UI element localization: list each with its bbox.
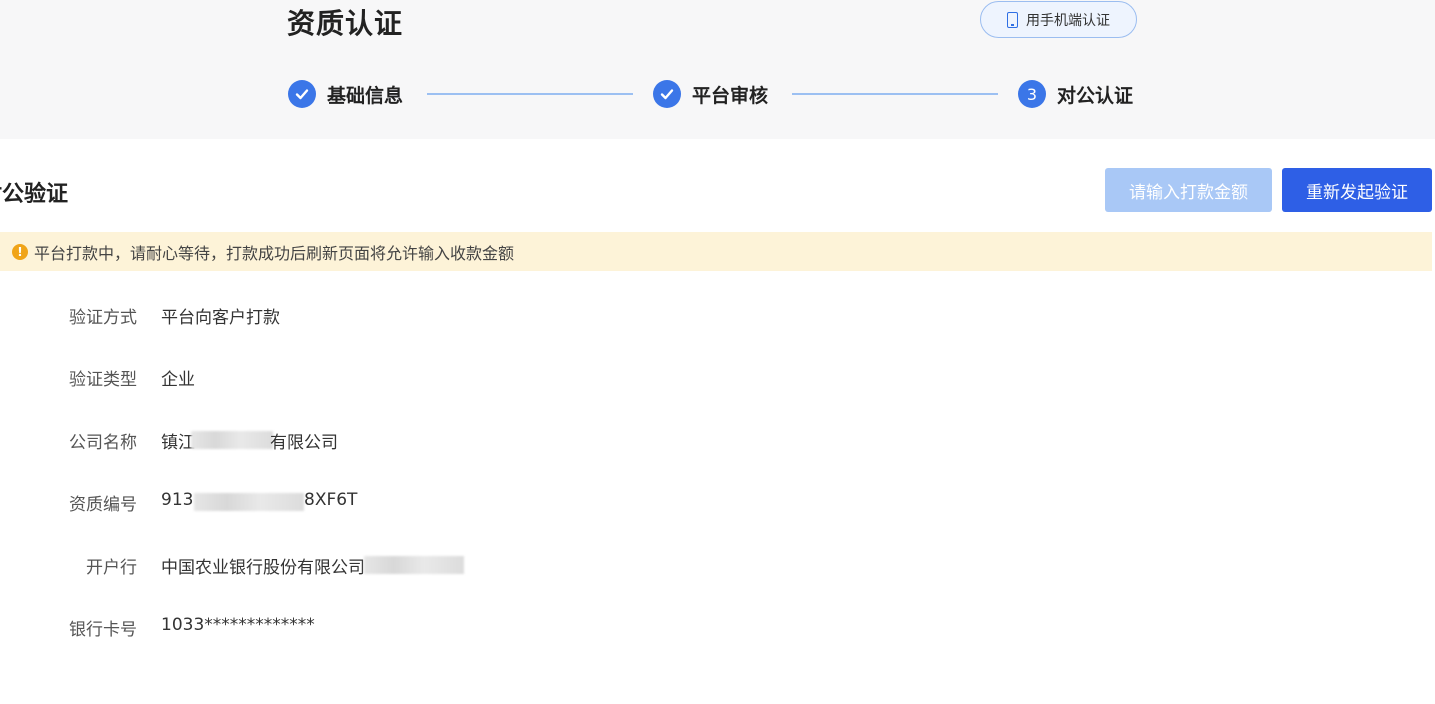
detail-value-suffix: 有限公司 <box>270 433 338 453</box>
detail-value: 1033************* <box>161 615 315 635</box>
detail-row: 公司名称 镇江 有限公司 <box>0 428 700 453</box>
detail-value-prefix: 913 <box>161 490 194 510</box>
phone-icon <box>1007 11 1018 28</box>
detail-row: 验证类型 企业 <box>0 365 700 390</box>
step-corporate-verify: 3 对公认证 <box>1018 80 1133 108</box>
warning-icon: ! <box>12 243 28 260</box>
detail-value: 企业 <box>161 370 195 390</box>
header-band <box>0 0 1435 139</box>
restart-verification-button[interactable]: 重新发起验证 <box>1282 168 1432 212</box>
redaction-mask <box>191 431 273 449</box>
detail-label: 银行卡号 <box>69 620 137 640</box>
check-icon <box>653 80 681 108</box>
step-number: 3 <box>1018 80 1046 108</box>
step-connector <box>427 93 633 95</box>
redaction-mask <box>194 493 304 511</box>
mobile-verify-label: 用手机端认证 <box>1026 12 1110 29</box>
step-connector <box>792 93 998 95</box>
detail-value: 平台向客户打款 <box>161 308 280 328</box>
notice-text: 平台打款中，请耐心等待，打款成功后刷新页面将允许输入收款金额 <box>34 243 515 263</box>
detail-label: 验证类型 <box>69 370 137 390</box>
detail-label: 验证方式 <box>69 308 137 328</box>
section-title: 对公验证 <box>0 182 69 207</box>
detail-label: 公司名称 <box>69 433 137 453</box>
detail-row: 资质编号 913 8XF6T <box>0 490 700 515</box>
step-label: 平台审核 <box>692 84 769 107</box>
check-icon <box>288 80 316 108</box>
page-title: 资质认证 <box>287 7 404 40</box>
step-basic-info: 基础信息 <box>288 80 403 108</box>
redaction-mask <box>364 556 464 574</box>
detail-value: 中国农业银行股份有限公司 <box>161 558 365 578</box>
detail-value-suffix: 8XF6T <box>304 490 358 510</box>
detail-row: 开户行 中国农业银行股份有限公司 <box>0 553 700 578</box>
step-label: 对公认证 <box>1057 84 1134 107</box>
enter-amount-button[interactable]: 请输入打款金额 <box>1105 168 1272 212</box>
step-label: 基础信息 <box>327 84 404 107</box>
info-notice: ! 平台打款中，请耐心等待，打款成功后刷新页面将允许输入收款金额 <box>0 232 1432 271</box>
detail-value-prefix: 镇江 <box>161 433 195 453</box>
detail-label: 资质编号 <box>69 495 137 515</box>
mobile-verify-button[interactable]: 用手机端认证 <box>980 1 1137 38</box>
detail-label: 开户行 <box>86 558 137 578</box>
detail-row: 验证方式 平台向客户打款 <box>0 303 700 328</box>
detail-row: 银行卡号 1033************* <box>0 615 700 640</box>
step-platform-review: 平台审核 <box>653 80 768 108</box>
